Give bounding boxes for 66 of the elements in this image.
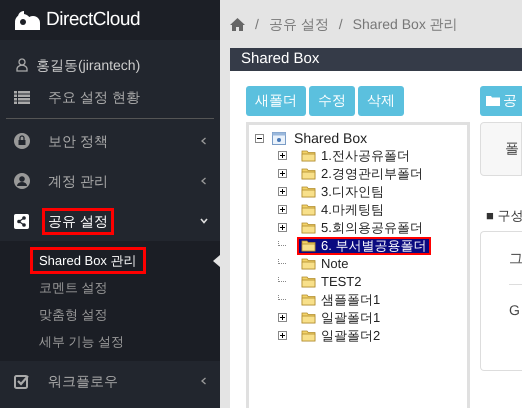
user-circle-icon [14, 173, 30, 189]
lock-icon [14, 133, 30, 149]
folder-icon [301, 311, 316, 324]
tree-node[interactable]: 샘플폴더1 [297, 290, 386, 308]
tree-node[interactable]: TEST2 [297, 272, 366, 290]
chevron-left-icon [200, 137, 208, 145]
expand-icon[interactable] [278, 187, 287, 196]
home-icon[interactable] [230, 18, 245, 30]
user-icon [16, 58, 28, 72]
folder-icon [301, 203, 316, 216]
expand-icon[interactable] [278, 223, 287, 232]
tree-node[interactable]: 2.경영관리부폴더 [297, 164, 428, 182]
chevron-left-icon [200, 177, 208, 185]
menu-item[interactable]: 보안 정책 [0, 121, 220, 161]
logo-text: DirectCloud [46, 8, 140, 32]
shared-box-icon [272, 132, 286, 144]
breadcrumb-separator: / [255, 14, 259, 34]
user-name: 홍길동(jirantech) [36, 56, 140, 75]
folder-icon [301, 257, 316, 270]
tree-node[interactable]: 5.회의용공유폴더 [297, 218, 428, 236]
checkbox-icon [14, 374, 29, 388]
active-indicator-icon [213, 255, 220, 267]
folder-icon [301, 149, 316, 162]
expand-icon[interactable] [278, 313, 287, 322]
breadcrumb-link[interactable]: Shared Box 관리 [352, 14, 458, 34]
cloud-logo-icon [12, 9, 42, 31]
folder-icon [301, 221, 316, 234]
expand-icon[interactable] [278, 169, 287, 178]
tree-node[interactable]: 4.마케팅팀 [297, 200, 389, 218]
folder-icon [301, 185, 316, 198]
tree-node[interactable]: 6. 부서별공용폴더 [297, 236, 432, 254]
folder-icon [301, 293, 316, 306]
tree-node[interactable]: 일괄폴더2 [297, 326, 386, 344]
folder-icon [301, 167, 316, 180]
tree-node[interactable]: 1.전사공유폴더 [297, 146, 415, 164]
menu-item[interactable]: 워크플로우 [0, 361, 220, 401]
expand-icon[interactable] [278, 151, 287, 160]
folder-icon [301, 329, 316, 342]
setting-label: 그 [509, 248, 522, 268]
expand-icon[interactable] [278, 331, 287, 340]
chevron-left-icon [200, 377, 208, 385]
breadcrumb-separator: / [338, 14, 343, 34]
tree-node[interactable]: Shared Box [294, 128, 368, 148]
submenu-item[interactable]: 맞춤형 설정 [30, 300, 117, 328]
setting-label: G [509, 301, 520, 320]
folder-icon [486, 95, 500, 106]
submenu-item[interactable]: 코멘트 설정 [30, 274, 117, 302]
share-icon [14, 214, 29, 228]
tree-node[interactable]: 3.디자인팀 [297, 182, 389, 200]
submenu-item[interactable]: 세부 기능 설정 [30, 328, 134, 356]
submenu-item[interactable]: Shared Box 관리 [30, 246, 146, 274]
tree-node[interactable]: 일괄폴더1 [297, 308, 386, 326]
folder-icon [301, 275, 316, 288]
breadcrumb-link[interactable]: 공유 설정 [268, 14, 329, 34]
chevron-down-icon [200, 217, 208, 225]
folder-icon [301, 239, 316, 252]
section-title: ■ 구성 [485, 206, 522, 224]
info-text: 폴 [505, 139, 519, 158]
expand-icon[interactable] [278, 205, 287, 214]
tree-node[interactable]: Note [297, 254, 354, 272]
collapse-icon[interactable] [255, 134, 264, 142]
menu-item[interactable]: 주요 설정 현황 [0, 80, 220, 114]
menu-item[interactable]: 계정 관리 [0, 161, 220, 201]
menu-item[interactable]: 공유 설정 [0, 201, 220, 241]
panel-title: Shared Box [241, 49, 320, 69]
list-icon [14, 90, 30, 104]
